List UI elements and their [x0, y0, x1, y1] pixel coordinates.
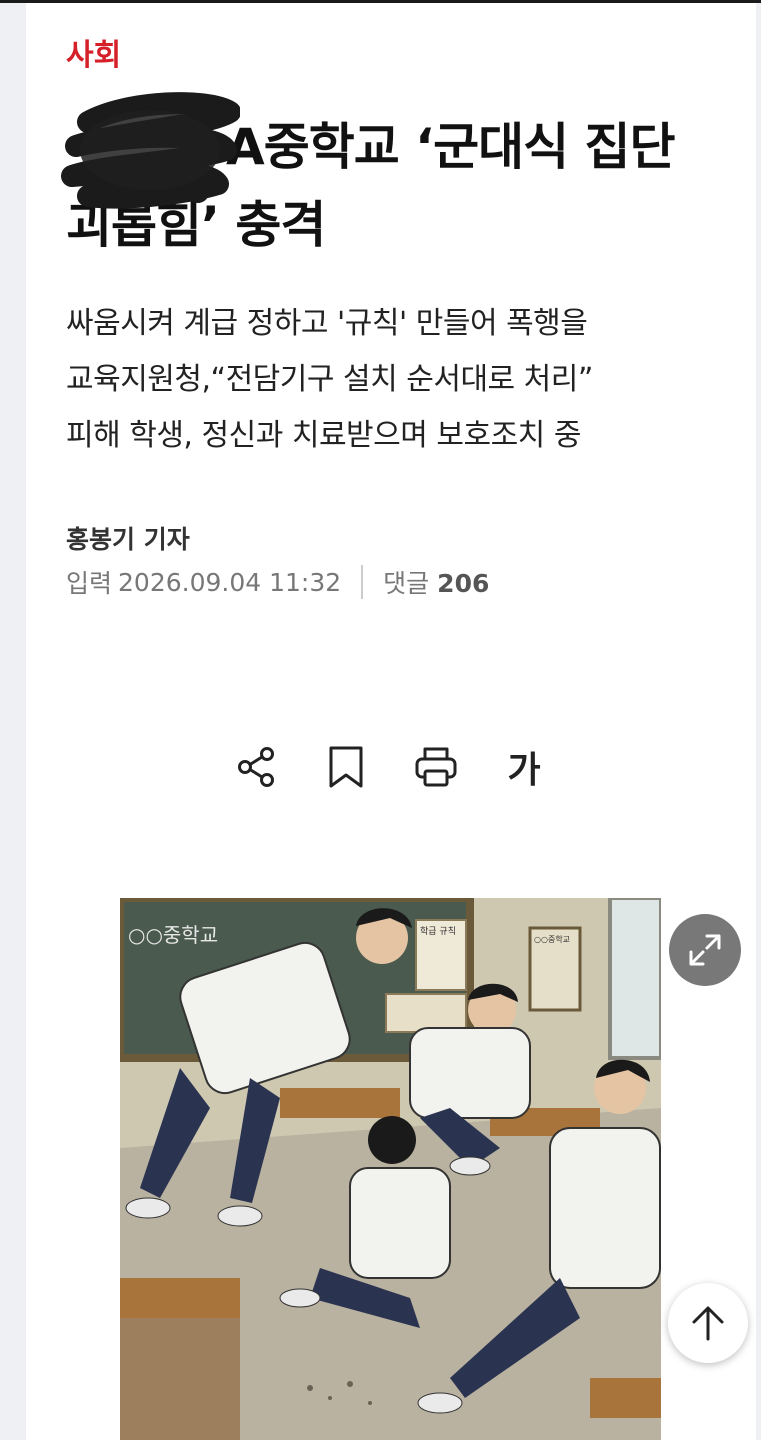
print-button[interactable] — [410, 742, 462, 792]
expand-icon — [689, 934, 721, 966]
bookmark-icon — [329, 746, 363, 788]
publish-date: 2026.09.04 11:32 — [118, 567, 342, 597]
subtitle-line: 싸움시켜 계급 정하고 '규칙' 만들어 폭행을 — [66, 306, 588, 341]
comments-link[interactable]: 댓글 206 — [383, 564, 489, 600]
redaction-scribble — [61, 92, 240, 209]
article-toolbar: 가 — [230, 742, 550, 792]
comments-count: 206 — [437, 569, 490, 598]
print-icon — [415, 747, 457, 787]
section-label[interactable]: 사회 — [66, 30, 121, 74]
article-image[interactable]: ○○중학교 학급 규칙 ○○중학교 — [120, 898, 661, 1440]
scroll-to-top-button[interactable] — [668, 1283, 748, 1363]
share-icon — [238, 747, 274, 787]
article-subtitle: 싸움시켜 계급 정하고 '규칙' 만들어 폭행을 교육지원청,“전담기구 설치 … — [66, 296, 726, 464]
arrow-up-icon — [692, 1306, 724, 1341]
bookmark-button[interactable] — [320, 742, 372, 792]
date-label: 입력 — [66, 569, 113, 598]
share-button[interactable] — [230, 742, 282, 792]
subtitle-line: 피해 학생, 정신과 치료받으며 보호조치 중 — [66, 418, 581, 453]
article-page: 사회 A중학교 ‘군대식 집단 괴롭힘’ 충격 싸움시켜 계급 정하고 '규칙'… — [0, 0, 761, 1440]
font-size-button[interactable]: 가 — [498, 742, 550, 792]
side-board-text: ○○중학교 — [534, 934, 570, 944]
classroom-illustration: ○○중학교 학급 규칙 ○○중학교 — [120, 898, 661, 1440]
meta-divider — [361, 565, 364, 599]
board-notice-text: 학급 규칙 — [420, 926, 456, 937]
blackboard-text: ○○중학교 — [128, 923, 218, 947]
reporter-name[interactable]: 홍봉기 기자 — [66, 520, 190, 556]
article-meta: 입력 2026.09.04 11:32 댓글 206 — [66, 564, 489, 600]
comments-label: 댓글 — [383, 569, 430, 598]
expand-image-button[interactable] — [669, 914, 741, 986]
subtitle-line: 교육지원청,“전담기구 설치 순서대로 처리” — [66, 362, 593, 397]
